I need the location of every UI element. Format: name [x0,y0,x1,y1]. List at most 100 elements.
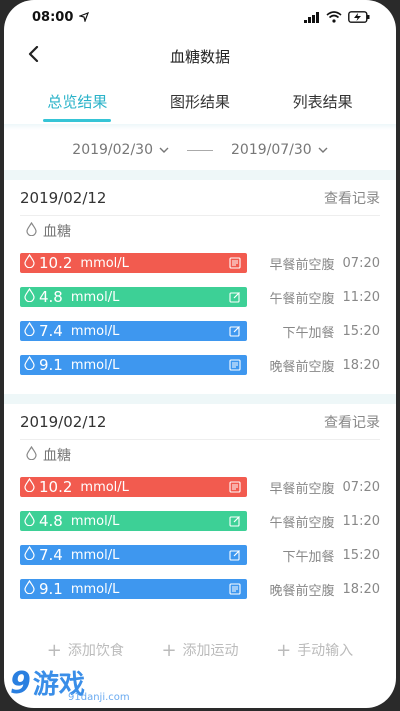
reading-time: 18:20 [342,357,380,373]
drop-icon [24,579,35,598]
drop-icon [26,221,37,240]
reading-time: 07:20 [342,255,380,271]
document-icon[interactable] [228,358,242,372]
plus-icon: + [161,639,177,661]
range-separator [187,149,213,151]
watermark-url: 91danji.com [68,692,130,703]
reading-row[interactable]: 4.8 mmol/L 午餐前空腹 11:20 [20,280,380,314]
reading-unit: mmol/L [70,323,120,339]
reading-row[interactable]: 10.2 mmol/L 早餐前空腹 07:20 [20,246,380,280]
reading-value: 9.1 [39,356,63,374]
status-icons [304,11,370,23]
start-date-text: 2019/02/30 [72,142,153,158]
reading-row[interactable]: 7.4 mmol/L 下午加餐 15:20 [20,314,380,348]
site-watermark: 9 游戏 91danji.com [10,664,130,703]
section-gap [4,394,396,404]
reading-unit: mmol/L [80,255,129,271]
reading-unit: mmol/L [70,357,120,373]
drop-icon [24,511,35,530]
plus-icon: + [276,639,292,661]
end-date-picker[interactable]: 2019/07/30 [231,142,328,158]
edit-icon[interactable] [228,514,242,528]
status-time: 08:00 [32,9,90,25]
reading-row[interactable]: 10.2 mmol/L 早餐前空腹 07:20 [20,470,380,504]
add-diet-label: 添加饮食 [67,643,124,659]
manual-input-button[interactable]: + 手动输入 [276,640,353,661]
meal-label: 午餐前空腹 [269,291,335,307]
reading-unit: mmol/L [70,289,120,305]
category-label: 血糖 [20,216,380,246]
meal-label: 早餐前空腹 [269,481,335,497]
reading-time: 11:20 [342,289,380,305]
reading-unit: mmol/L [70,547,120,563]
end-date-text: 2019/07/30 [231,142,312,158]
reading-bar: 7.4 mmol/L [20,545,248,565]
add-exercise-button[interactable]: + 添加运动 [161,640,238,661]
chevron-down-icon [318,142,328,158]
reading-unit: mmol/L [80,479,129,495]
chevron-left-icon [28,45,40,66]
edit-icon[interactable] [228,324,242,338]
edit-icon[interactable] [228,548,242,562]
daily-record-card: 2019/02/12 查看记录 血糖 10.2 mmol/L 早餐前空腹 07:… [4,404,396,606]
edit-icon[interactable] [228,290,242,304]
reading-row[interactable]: 9.1 mmol/L 晚餐前空腹 18:20 [20,572,380,606]
reading-value: 4.8 [39,512,63,530]
tab-bar: 总览结果 图形结果 列表结果 [4,78,396,124]
status-bar: 08:00 [4,0,396,34]
date-range: 2019/02/30 2019/07/30 [4,130,396,170]
drop-icon [24,477,35,496]
add-diet-button[interactable]: + 添加饮食 [47,640,124,661]
tab-list[interactable]: 列表结果 [289,85,357,118]
reading-time: 15:20 [342,547,380,563]
manual-input-label: 手动输入 [297,643,354,659]
view-records-link[interactable]: 查看记录 [324,412,380,432]
reading-value: 7.4 [39,546,63,564]
drop-icon [26,445,37,464]
tab-chart[interactable]: 图形结果 [166,85,234,118]
back-button[interactable] [22,44,46,68]
reading-row[interactable]: 9.1 mmol/L 晚餐前空腹 18:20 [20,348,380,382]
start-date-picker[interactable]: 2019/02/30 [72,142,169,158]
card-header: 2019/02/12 查看记录 [20,404,380,440]
reading-value: 7.4 [39,322,63,340]
tab-overview[interactable]: 总览结果 [43,85,112,122]
reading-time: 11:20 [342,513,380,529]
card-date: 2019/02/12 [20,412,107,431]
signal-icon [304,11,320,23]
view-records-link[interactable]: 查看记录 [324,188,380,208]
drop-icon [24,545,35,564]
reading-row[interactable]: 7.4 mmol/L 下午加餐 15:20 [20,538,380,572]
clock-text: 08:00 [32,9,74,25]
card-header: 2019/02/12 查看记录 [20,180,380,216]
meal-label: 晚餐前空腹 [269,583,335,599]
meal-label: 下午加餐 [282,549,335,565]
document-icon[interactable] [228,256,242,270]
reading-bar: 9.1 mmol/L [20,355,248,375]
drop-icon [24,321,35,340]
reading-time: 07:20 [342,479,380,495]
location-arrow-icon [79,12,90,22]
reading-bar: 10.2 mmol/L [20,477,248,497]
document-icon[interactable] [228,480,242,494]
reading-unit: mmol/L [70,513,120,529]
plus-icon: + [46,639,62,661]
meal-label: 晚餐前空腹 [269,359,335,375]
reading-bar: 4.8 mmol/L [20,287,248,307]
battery-charging-icon [348,11,370,23]
section-gap [4,170,396,180]
reading-time: 15:20 [342,323,380,339]
meal-label: 早餐前空腹 [269,257,335,273]
category-text: 血糖 [43,224,71,240]
nav-bar: 血糖数据 [4,34,396,78]
meal-label: 下午加餐 [282,325,335,341]
reading-row[interactable]: 4.8 mmol/L 午餐前空腹 11:20 [20,504,380,538]
document-icon[interactable] [228,582,242,596]
reading-bar: 4.8 mmol/L [20,511,248,531]
add-exercise-label: 添加运动 [182,643,239,659]
watermark-logo: 9 [10,666,31,701]
reading-value: 9.1 [39,580,63,598]
drop-icon [24,355,35,374]
reading-time: 18:20 [342,581,380,597]
reading-bar: 7.4 mmol/L [20,321,248,341]
